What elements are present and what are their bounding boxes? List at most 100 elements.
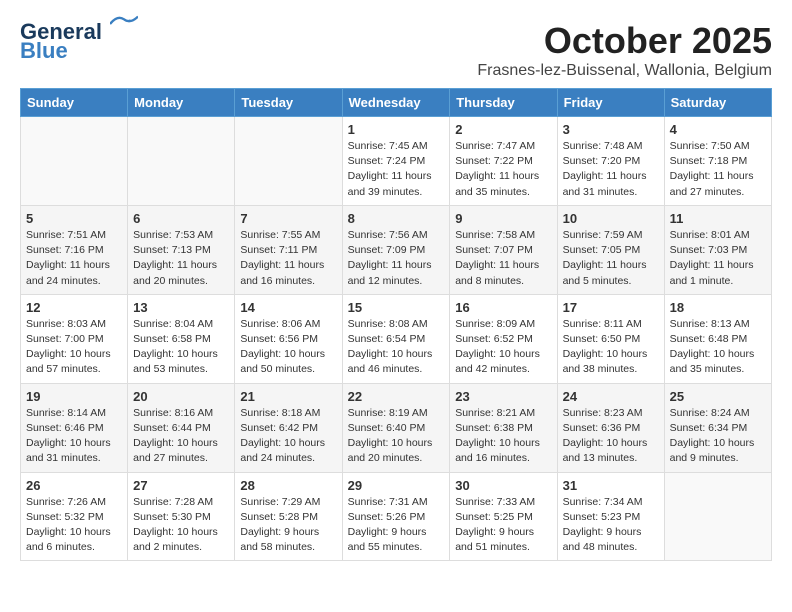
day-info: Sunrise: 7:47 AM Sunset: 7:22 PM Dayligh… bbox=[455, 139, 551, 200]
day-info: Sunrise: 8:06 AM Sunset: 6:56 PM Dayligh… bbox=[240, 317, 336, 378]
location-subtitle: Frasnes-lez-Buissenal, Wallonia, Belgium bbox=[477, 62, 772, 80]
day-info: Sunrise: 8:09 AM Sunset: 6:52 PM Dayligh… bbox=[455, 317, 551, 378]
calendar-cell: 30 Sunrise: 7:33 AM Sunset: 5:25 PM Dayli… bbox=[450, 472, 557, 561]
calendar-cell: 4 Sunrise: 7:50 AM Sunset: 7:18 PM Daylig… bbox=[664, 117, 771, 206]
day-number: 13 bbox=[133, 300, 229, 315]
calendar-cell: 13 Sunrise: 8:04 AM Sunset: 6:58 PM Dayli… bbox=[128, 294, 235, 383]
calendar-cell: 5 Sunrise: 7:51 AM Sunset: 7:16 PM Daylig… bbox=[21, 205, 128, 294]
logo-blue: Blue bbox=[20, 40, 68, 62]
day-info: Sunrise: 8:03 AM Sunset: 7:00 PM Dayligh… bbox=[26, 317, 122, 378]
day-info: Sunrise: 8:16 AM Sunset: 6:44 PM Dayligh… bbox=[133, 406, 229, 467]
day-number: 15 bbox=[348, 300, 445, 315]
day-number: 20 bbox=[133, 389, 229, 404]
calendar-cell: 16Sunrise: 8:09 AM Sunset: 6:52 PM Dayli… bbox=[450, 294, 557, 383]
calendar-cell: 14Sunrise: 8:06 AM Sunset: 6:56 PM Dayli… bbox=[235, 294, 342, 383]
day-info: Sunrise: 7:53 AM Sunset: 7:13 PM Dayligh… bbox=[133, 228, 229, 289]
calendar-cell bbox=[235, 117, 342, 206]
day-info: Sunrise: 8:19 AM Sunset: 6:40 PM Dayligh… bbox=[348, 406, 445, 467]
day-number: 22 bbox=[348, 389, 445, 404]
calendar-cell bbox=[21, 117, 128, 206]
day-info: Sunrise: 7:59 AM Sunset: 7:05 PM Dayligh… bbox=[563, 228, 659, 289]
day-info: Sunrise: 8:14 AM Sunset: 6:46 PM Dayligh… bbox=[26, 406, 122, 467]
day-number: 19 bbox=[26, 389, 122, 404]
day-info: Sunrise: 8:01 AM Sunset: 7:03 PM Dayligh… bbox=[670, 228, 766, 289]
calendar-cell: 7Sunrise: 7:55 AM Sunset: 7:11 PM Daylig… bbox=[235, 205, 342, 294]
calendar-cell: 6 Sunrise: 7:53 AM Sunset: 7:13 PM Daylig… bbox=[128, 205, 235, 294]
day-number: 12 bbox=[26, 300, 122, 315]
calendar-cell: 31Sunrise: 7:34 AM Sunset: 5:23 PM Dayli… bbox=[557, 472, 664, 561]
day-number: 29 bbox=[348, 478, 445, 493]
day-info: Sunrise: 7:28 AM Sunset: 5:30 PM Dayligh… bbox=[133, 495, 229, 556]
calendar-cell: 1Sunrise: 7:45 AM Sunset: 7:24 PM Daylig… bbox=[342, 117, 450, 206]
calendar-cell: 3Sunrise: 7:48 AM Sunset: 7:20 PM Daylig… bbox=[557, 117, 664, 206]
week-row-5: 26Sunrise: 7:26 AM Sunset: 5:32 PM Dayli… bbox=[21, 472, 772, 561]
day-info: Sunrise: 7:26 AM Sunset: 5:32 PM Dayligh… bbox=[26, 495, 122, 556]
weekday-header-thursday: Thursday bbox=[450, 89, 557, 117]
calendar-cell bbox=[128, 117, 235, 206]
day-number: 31 bbox=[563, 478, 659, 493]
day-number: 21 bbox=[240, 389, 336, 404]
day-number: 3 bbox=[563, 122, 659, 137]
month-title: October 2025 bbox=[477, 20, 772, 62]
calendar-cell: 21 Sunrise: 8:18 AM Sunset: 6:42 PM Dayli… bbox=[235, 383, 342, 472]
day-info: Sunrise: 8:18 AM Sunset: 6:42 PM Dayligh… bbox=[240, 406, 336, 467]
calendar-cell: 25 Sunrise: 8:24 AM Sunset: 6:34 PM Dayli… bbox=[664, 383, 771, 472]
day-info: Sunrise: 8:24 AM Sunset: 6:34 PM Dayligh… bbox=[670, 406, 766, 467]
weekday-header-friday: Friday bbox=[557, 89, 664, 117]
weekday-header-sunday: Sunday bbox=[21, 89, 128, 117]
day-info: Sunrise: 7:50 AM Sunset: 7:18 PM Dayligh… bbox=[670, 139, 766, 200]
day-number: 23 bbox=[455, 389, 551, 404]
day-number: 18 bbox=[670, 300, 766, 315]
week-row-3: 12 Sunrise: 8:03 AM Sunset: 7:00 PM Dayli… bbox=[21, 294, 772, 383]
calendar-cell: 10Sunrise: 7:59 AM Sunset: 7:05 PM Dayli… bbox=[557, 205, 664, 294]
day-number: 5 bbox=[26, 211, 122, 226]
calendar-cell: 23 Sunrise: 8:21 AM Sunset: 6:38 PM Dayli… bbox=[450, 383, 557, 472]
logo: General Blue bbox=[20, 20, 138, 62]
calendar-cell: 20 Sunrise: 8:16 AM Sunset: 6:44 PM Dayli… bbox=[128, 383, 235, 472]
day-info: Sunrise: 8:04 AM Sunset: 6:58 PM Dayligh… bbox=[133, 317, 229, 378]
weekday-header-tuesday: Tuesday bbox=[235, 89, 342, 117]
day-number: 6 bbox=[133, 211, 229, 226]
week-row-2: 5 Sunrise: 7:51 AM Sunset: 7:16 PM Daylig… bbox=[21, 205, 772, 294]
day-info: Sunrise: 7:33 AM Sunset: 5:25 PM Dayligh… bbox=[455, 495, 551, 556]
calendar-cell: 8Sunrise: 7:56 AM Sunset: 7:09 PM Daylig… bbox=[342, 205, 450, 294]
day-info: Sunrise: 7:51 AM Sunset: 7:16 PM Dayligh… bbox=[26, 228, 122, 289]
day-info: Sunrise: 7:31 AM Sunset: 5:26 PM Dayligh… bbox=[348, 495, 445, 556]
day-info: Sunrise: 7:56 AM Sunset: 7:09 PM Dayligh… bbox=[348, 228, 445, 289]
day-info: Sunrise: 7:45 AM Sunset: 7:24 PM Dayligh… bbox=[348, 139, 445, 200]
day-info: Sunrise: 8:21 AM Sunset: 6:38 PM Dayligh… bbox=[455, 406, 551, 467]
week-row-4: 19 Sunrise: 8:14 AM Sunset: 6:46 PM Dayli… bbox=[21, 383, 772, 472]
day-number: 4 bbox=[670, 122, 766, 137]
calendar-cell: 29 Sunrise: 7:31 AM Sunset: 5:26 PM Dayli… bbox=[342, 472, 450, 561]
day-number: 2 bbox=[455, 122, 551, 137]
calendar-cell: 28Sunrise: 7:29 AM Sunset: 5:28 PM Dayli… bbox=[235, 472, 342, 561]
calendar-cell: 17Sunrise: 8:11 AM Sunset: 6:50 PM Dayli… bbox=[557, 294, 664, 383]
day-number: 11 bbox=[670, 211, 766, 226]
day-info: Sunrise: 8:08 AM Sunset: 6:54 PM Dayligh… bbox=[348, 317, 445, 378]
calendar-cell: 26Sunrise: 7:26 AM Sunset: 5:32 PM Dayli… bbox=[21, 472, 128, 561]
title-block: October 2025 Frasnes-lez-Buissenal, Wall… bbox=[477, 20, 772, 80]
day-number: 9 bbox=[455, 211, 551, 226]
day-info: Sunrise: 8:13 AM Sunset: 6:48 PM Dayligh… bbox=[670, 317, 766, 378]
day-info: Sunrise: 7:55 AM Sunset: 7:11 PM Dayligh… bbox=[240, 228, 336, 289]
day-number: 24 bbox=[563, 389, 659, 404]
calendar-cell: 11 Sunrise: 8:01 AM Sunset: 7:03 PM Dayli… bbox=[664, 205, 771, 294]
day-info: Sunrise: 8:11 AM Sunset: 6:50 PM Dayligh… bbox=[563, 317, 659, 378]
day-number: 30 bbox=[455, 478, 551, 493]
calendar-cell: 22 Sunrise: 8:19 AM Sunset: 6:40 PM Dayli… bbox=[342, 383, 450, 472]
weekday-header-monday: Monday bbox=[128, 89, 235, 117]
calendar-cell: 18 Sunrise: 8:13 AM Sunset: 6:48 PM Dayli… bbox=[664, 294, 771, 383]
calendar-cell bbox=[664, 472, 771, 561]
day-number: 25 bbox=[670, 389, 766, 404]
calendar-cell: 12 Sunrise: 8:03 AM Sunset: 7:00 PM Dayli… bbox=[21, 294, 128, 383]
calendar-cell: 2 Sunrise: 7:47 AM Sunset: 7:22 PM Daylig… bbox=[450, 117, 557, 206]
week-row-1: 1Sunrise: 7:45 AM Sunset: 7:24 PM Daylig… bbox=[21, 117, 772, 206]
weekday-header-row: SundayMondayTuesdayWednesdayThursdayFrid… bbox=[21, 89, 772, 117]
calendar-cell: 9Sunrise: 7:58 AM Sunset: 7:07 PM Daylig… bbox=[450, 205, 557, 294]
calendar-table: SundayMondayTuesdayWednesdayThursdayFrid… bbox=[20, 88, 772, 561]
page-header: General Blue October 2025 Frasnes-lez-Bu… bbox=[20, 20, 772, 80]
calendar-cell: 27 Sunrise: 7:28 AM Sunset: 5:30 PM Dayli… bbox=[128, 472, 235, 561]
calendar-cell: 19 Sunrise: 8:14 AM Sunset: 6:46 PM Dayli… bbox=[21, 383, 128, 472]
day-number: 27 bbox=[133, 478, 229, 493]
day-info: Sunrise: 8:23 AM Sunset: 6:36 PM Dayligh… bbox=[563, 406, 659, 467]
